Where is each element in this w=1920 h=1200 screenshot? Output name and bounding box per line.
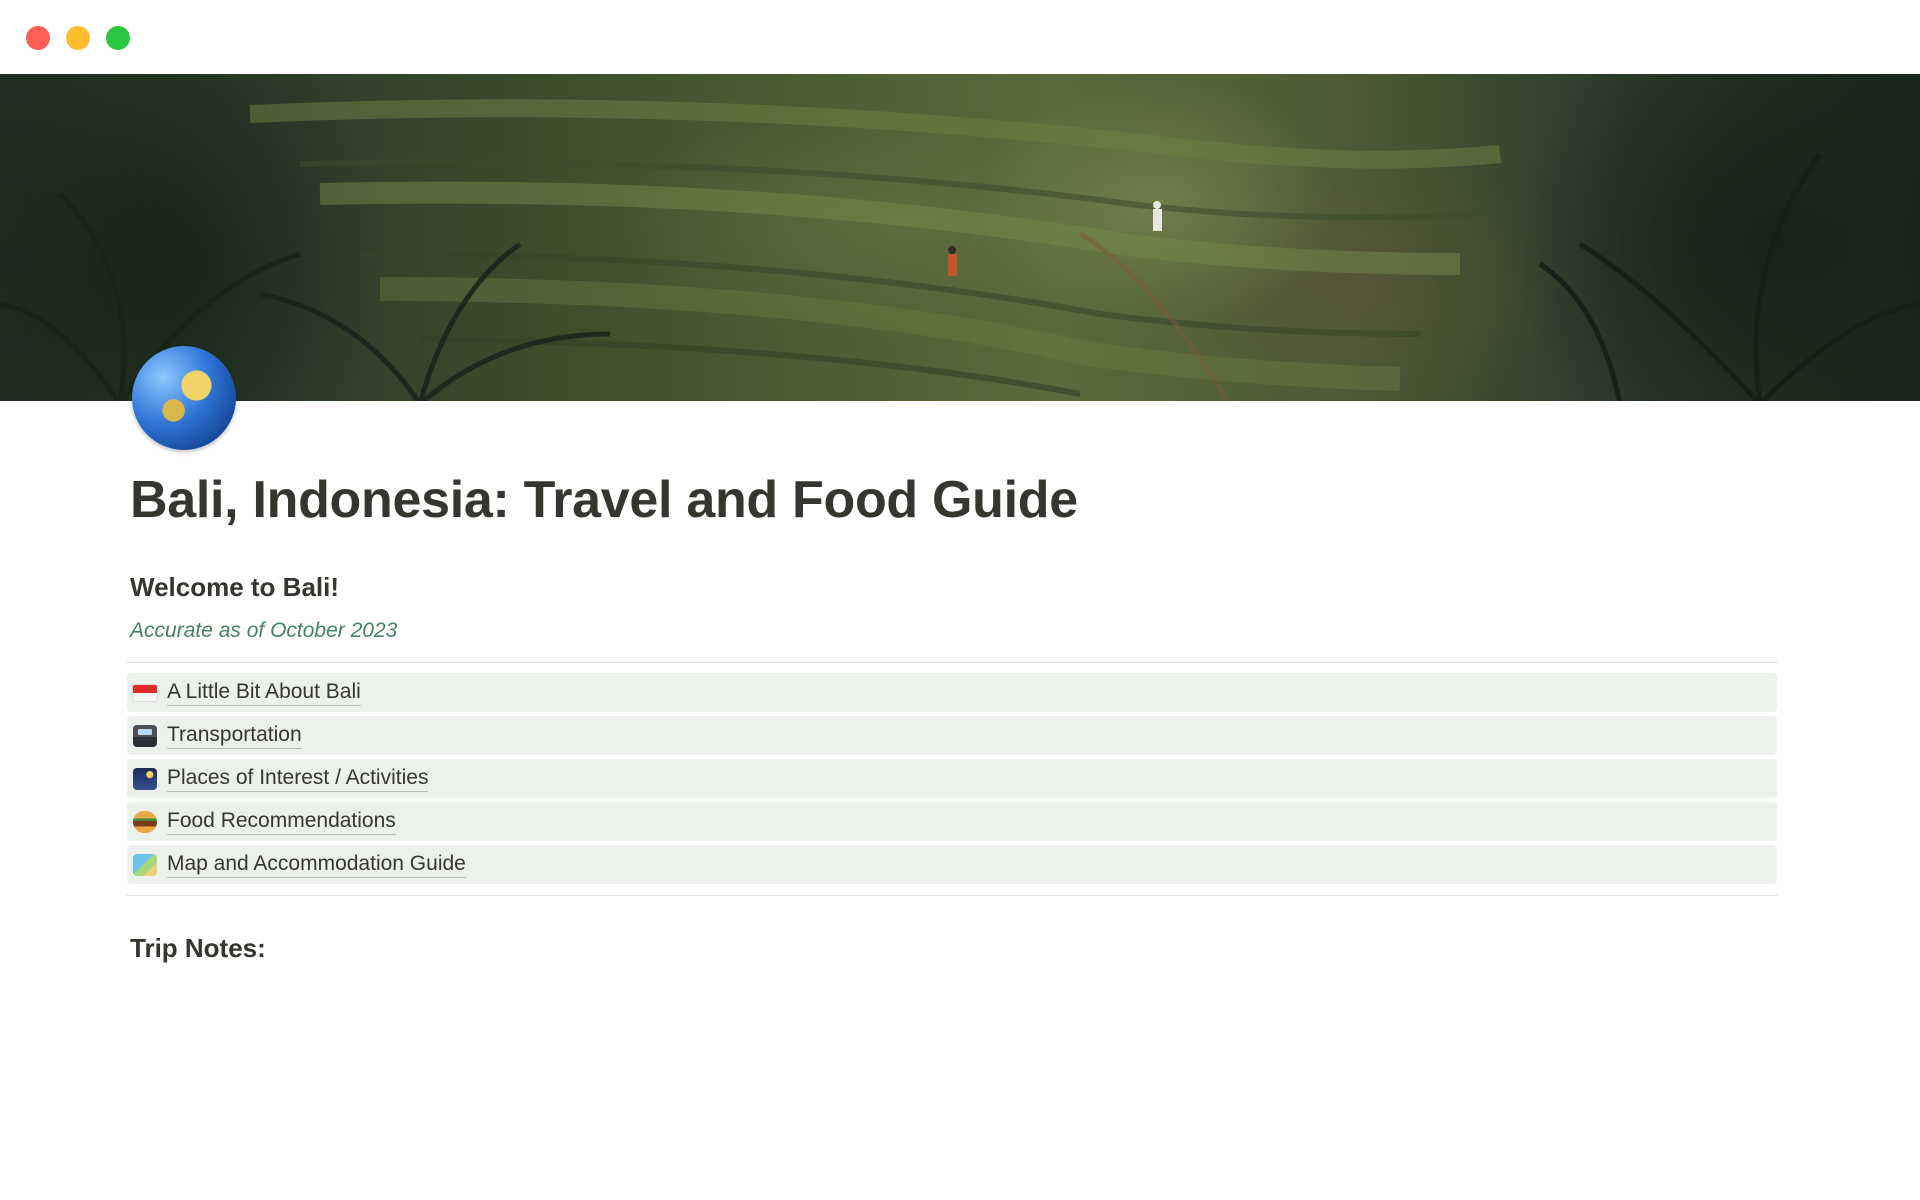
accuracy-note[interactable]: Accurate as of October 2023 xyxy=(130,619,397,643)
indonesia-flag-icon xyxy=(131,682,159,704)
page-links-list: A Little Bit About Bali Transportation P… xyxy=(127,673,1777,888)
globe-icon[interactable] xyxy=(132,346,236,450)
link-label[interactable]: A Little Bit About Bali xyxy=(167,679,361,706)
title-bar xyxy=(0,0,1920,74)
burger-icon xyxy=(131,810,159,833)
divider xyxy=(127,662,1777,663)
zoom-window-button[interactable] xyxy=(106,26,130,50)
close-window-button[interactable] xyxy=(26,26,50,50)
link-label[interactable]: Food Recommendations xyxy=(167,808,396,835)
trip-notes-heading[interactable]: Trip Notes: xyxy=(130,933,266,964)
app-window: Bali, Indonesia: Travel and Food Guide W… xyxy=(0,0,1920,1200)
welcome-heading[interactable]: Welcome to Bali! xyxy=(130,572,339,603)
link-label[interactable]: Transportation xyxy=(167,722,302,749)
link-food-recommendations[interactable]: Food Recommendations xyxy=(127,802,1777,841)
cover-image[interactable] xyxy=(0,74,1920,401)
link-transportation[interactable]: Transportation xyxy=(127,716,1777,755)
night-city-icon xyxy=(131,767,159,790)
train-icon xyxy=(131,724,159,747)
rice-terrace-illustration xyxy=(0,99,1920,401)
world-map-icon xyxy=(131,853,159,876)
link-label[interactable]: Map and Accommodation Guide xyxy=(167,851,466,878)
divider xyxy=(127,895,1777,896)
link-label[interactable]: Places of Interest / Activities xyxy=(167,765,429,792)
link-map-and-accommodation[interactable]: Map and Accommodation Guide xyxy=(127,845,1777,884)
minimize-window-button[interactable] xyxy=(66,26,90,50)
link-places-of-interest[interactable]: Places of Interest / Activities xyxy=(127,759,1777,798)
page-title[interactable]: Bali, Indonesia: Travel and Food Guide xyxy=(130,470,1078,530)
link-a-little-bit-about-bali[interactable]: A Little Bit About Bali xyxy=(127,673,1777,712)
